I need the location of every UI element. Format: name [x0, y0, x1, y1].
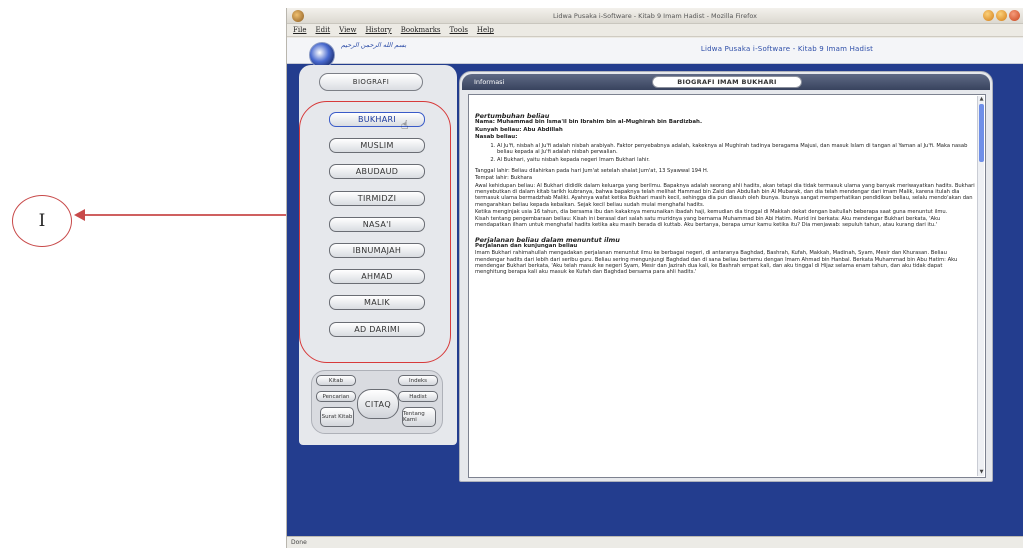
scroll-thumb[interactable]: [979, 104, 984, 162]
book-list: BUKHARI MUSLIM ABUDAUD TIRMIDZI NASA'I I…: [329, 112, 425, 348]
paragraph: Ketika menginjak usia 16 tahun, dia bers…: [475, 208, 948, 215]
menu-view[interactable]: View: [339, 26, 356, 34]
nasab-list: Al Ju'fi, nisbah al Ju'fi adalah nisbah …: [497, 143, 975, 163]
scroll-down-icon[interactable]: ▼: [978, 469, 985, 476]
annotation-callout: I: [12, 195, 72, 247]
subsection-heading: Perjalanan dan kunjungan beliau: [475, 243, 578, 250]
book-button-addarimi[interactable]: AD DARIMI: [329, 321, 425, 337]
control-pad: Kitab Indeks Pencarian Hadist Surat Kita…: [311, 370, 443, 434]
browser-window: Lidwa Pusaka i-Software - Kitab 9 Imam H…: [286, 8, 1023, 548]
list-item: Al Bukhari, yaitu nisbah kepada negeri I…: [497, 157, 975, 163]
paragraph: Tempat lahir: Bukhara: [475, 175, 533, 182]
window-controls: [983, 10, 1020, 21]
minimize-button[interactable]: [983, 10, 994, 21]
book-button-ahmad[interactable]: AHMAD: [329, 269, 425, 285]
menu-bookmarks[interactable]: Bookmarks: [401, 26, 441, 34]
biography-text-area[interactable]: Pertumbuhan beliau Nama: Muhammad bin Is…: [468, 94, 986, 478]
menu-bar: File Edit View History Bookmarks Tools H…: [287, 24, 1023, 37]
kitab-button[interactable]: Kitab: [316, 375, 356, 386]
menu-history[interactable]: History: [365, 26, 391, 34]
arabic-header: بسم الله الرحمن الرحيم: [341, 41, 407, 49]
menu-file[interactable]: File: [293, 26, 306, 34]
paragraph: Tanggal lahir: Beliau dilahirkan pada ha…: [475, 168, 709, 175]
app-title: Lidwa Pusaka i-Software - Kitab 9 Imam H…: [700, 45, 874, 53]
firefox-icon: [292, 10, 304, 22]
pencarian-button[interactable]: Pencarian: [316, 391, 356, 402]
hadist-button[interactable]: Hadist: [398, 391, 438, 402]
scroll-up-icon[interactable]: ▲: [978, 96, 985, 103]
annotation-arrow: [74, 209, 304, 221]
page-content: بسم الله الرحمن الرحيم Lidwa Pusaka i-So…: [287, 38, 1023, 536]
maximize-button[interactable]: [996, 10, 1007, 21]
hand-cursor-icon: ☝: [401, 118, 409, 132]
nasab-label: Nasab beliau:: [475, 133, 518, 140]
title-bar: Lidwa Pusaka i-Software - Kitab 9 Imam H…: [287, 8, 1023, 24]
biography-text: Pertumbuhan beliau Nama: Muhammad bin Is…: [475, 99, 975, 277]
panel-header: Informasi BIOGRAFI IMAM BUKHARI: [462, 74, 990, 90]
list-item: Al Ju'fi, nisbah al Ju'fi adalah nisbah …: [497, 143, 975, 156]
book-button-tirmidzi[interactable]: TIRMIDZI: [329, 190, 425, 206]
left-panel: BIOGRAFI BUKHARI MUSLIM ABUDAUD TIRMIDZI…: [299, 65, 457, 445]
surat-kitab-button[interactable]: Surat Kitab: [320, 407, 354, 427]
informasi-tab[interactable]: Informasi: [474, 78, 504, 86]
paragraph: Kisah tentang pengembaraan beliau: Kisah…: [475, 216, 941, 229]
status-bar: Done: [287, 536, 1023, 548]
close-button[interactable]: [1009, 10, 1020, 21]
kunyah-line: Kunyah beliau: Abu Abdillah: [475, 126, 563, 133]
paragraph: Imam Bukhari rahimahullah mengadakan per…: [475, 250, 958, 276]
vertical-scrollbar[interactable]: ▲ ▼: [977, 96, 984, 476]
app-header: بسم الله الرحمن الرحيم Lidwa Pusaka i-So…: [287, 38, 1023, 68]
book-button-muslim[interactable]: MUSLIM: [329, 138, 425, 154]
book-button-malik[interactable]: MALIK: [329, 295, 425, 311]
biografi-button[interactable]: BIOGRAFI: [319, 73, 423, 91]
book-button-ibnumajah[interactable]: IBNUMAJAH: [329, 242, 425, 258]
menu-edit[interactable]: Edit: [315, 26, 330, 34]
name-line: Nama: Muhammad bin Isma'il bin Ibrahim b…: [475, 119, 703, 126]
content-panel: Informasi BIOGRAFI IMAM BUKHARI Pertumbu…: [459, 71, 993, 482]
book-button-bukhari[interactable]: BUKHARI: [329, 112, 425, 127]
book-button-nasai[interactable]: NASA'I: [329, 216, 425, 232]
paragraph: Awal kehidupan beliau: Al Bukhari dididi…: [475, 182, 975, 208]
book-button-abudaud[interactable]: ABUDAUD: [329, 164, 425, 180]
indeks-button[interactable]: Indeks: [398, 375, 438, 386]
menu-help[interactable]: Help: [477, 26, 494, 34]
annotation-label: I: [38, 211, 46, 231]
menu-tools[interactable]: Tools: [450, 26, 468, 34]
window-title: Lidwa Pusaka i-Software - Kitab 9 Imam H…: [552, 11, 757, 20]
citaq-button[interactable]: CITAQ: [357, 389, 399, 419]
tentang-kami-button[interactable]: Tentang Kami: [402, 407, 436, 427]
panel-title: BIOGRAFI IMAM BUKHARI: [652, 76, 802, 88]
